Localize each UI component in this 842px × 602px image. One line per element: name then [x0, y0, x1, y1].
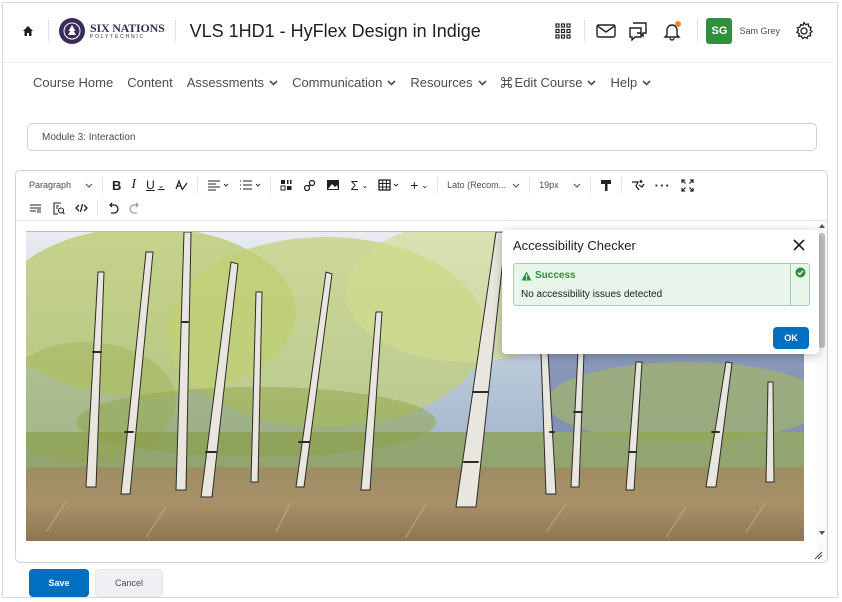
dialog-title: Accessibility Checker [513, 238, 636, 253]
chevron-down-icon [512, 183, 520, 188]
warning-triangle-icon [521, 271, 532, 280]
list-icon[interactable] [234, 175, 266, 195]
home-icon[interactable] [18, 21, 38, 41]
success-title: Success [535, 270, 576, 281]
toolbar-divider [437, 177, 439, 193]
close-icon[interactable] [789, 235, 809, 255]
font-family-select[interactable]: Lato (Recom... [442, 175, 525, 195]
block-format-select[interactable]: Paragraph [24, 175, 98, 195]
logo-mark-icon [59, 18, 85, 44]
separator [174, 20, 176, 42]
chevron-down-icon [85, 183, 93, 188]
ok-button[interactable]: OK [773, 327, 809, 349]
toolbar-divider [197, 177, 199, 193]
editor-toolbar: Paragraph B I U ⌄ Σ ⌄ + ⌄ Lato (Recom...… [16, 171, 827, 221]
success-message: Success No accessibility issues detected [513, 263, 810, 306]
org-logo[interactable]: SIX NATIONS POLYTECHNIC [59, 18, 165, 44]
success-text: No accessibility issues detected [521, 289, 663, 300]
fullscreen-icon[interactable] [676, 175, 699, 195]
chevron-down-icon [587, 79, 597, 86]
toolbar-divider [620, 177, 622, 193]
chevron-down-icon [573, 183, 581, 188]
toolbar-divider [102, 177, 104, 193]
course-nav: Course Home Content Assessments Communic… [0, 62, 834, 102]
text-format-icon[interactable] [169, 175, 193, 195]
accessibility-checker-dialog: Accessibility Checker Success No accessi… [502, 230, 819, 354]
nav-resources[interactable]: Resources [410, 75, 487, 90]
scroll-down-icon[interactable] [819, 531, 825, 535]
module-title-input[interactable]: Module 3: Interaction [27, 123, 817, 151]
avatar[interactable]: SG [706, 18, 733, 44]
underline-icon[interactable]: U ⌄ [141, 175, 169, 195]
format-painter-icon[interactable] [595, 175, 617, 195]
cancel-button[interactable]: Cancel [95, 569, 163, 597]
accessibility-checker-icon[interactable] [626, 175, 650, 195]
insert-plus-icon[interactable]: + ⌄ [405, 175, 433, 195]
table-icon[interactable] [373, 175, 405, 195]
user-name[interactable]: Sam Grey [739, 26, 780, 36]
nav-course-home[interactable]: Course Home [33, 75, 113, 90]
check-circle-icon [795, 267, 806, 278]
separator [697, 20, 699, 42]
insert-stuff-icon[interactable] [275, 175, 298, 195]
font-size-select[interactable]: 19px [534, 175, 586, 195]
undo-icon[interactable] [102, 198, 124, 218]
scroll-up-icon[interactable] [819, 224, 825, 228]
more-icon[interactable]: ··· [650, 175, 676, 195]
redo-icon[interactable] [124, 198, 146, 218]
chevron-down-icon [642, 79, 651, 86]
chevron-down-icon [269, 79, 278, 86]
message-divider [790, 264, 791, 305]
nav-edit-course[interactable]: Edit Course [500, 75, 597, 90]
nav-communication[interactable]: Communication [292, 75, 396, 90]
resize-handle-icon[interactable] [813, 550, 823, 560]
command-icon [500, 77, 512, 88]
separator [584, 20, 586, 42]
html-editor: Paragraph B I U ⌄ Σ ⌄ + ⌄ Lato (Recom...… [15, 170, 828, 563]
nav-assessments[interactable]: Assessments [187, 75, 278, 90]
scrollbar-thumb[interactable] [819, 233, 825, 348]
word-count-icon[interactable] [24, 198, 47, 218]
toolbar-divider [529, 177, 531, 193]
logo-subtitle: POLYTECHNIC [90, 34, 145, 40]
bell-icon[interactable] [655, 16, 689, 46]
top-right-tools: SG Sam Grey [548, 16, 834, 46]
toolbar-divider [97, 200, 98, 216]
align-icon[interactable] [202, 175, 234, 195]
top-bar: SIX NATIONS POLYTECHNIC VLS 1HD1 - HyFle… [18, 0, 834, 62]
gear-icon[interactable] [790, 17, 818, 45]
image-icon[interactable] [321, 175, 345, 195]
bold-icon[interactable]: B [107, 175, 126, 195]
italic-icon[interactable]: I [126, 175, 141, 195]
logo-name: SIX NATIONS [90, 21, 165, 35]
waffle-grid-icon[interactable] [548, 16, 578, 46]
separator [48, 20, 49, 42]
nav-content[interactable]: Content [127, 75, 173, 90]
link-icon[interactable] [298, 175, 321, 195]
mail-icon[interactable] [591, 16, 621, 46]
toolbar-divider [589, 177, 591, 193]
toolbar-divider [270, 177, 272, 193]
module-title-value: Module 3: Interaction [42, 131, 136, 143]
source-code-icon[interactable] [70, 198, 93, 218]
chevron-down-icon [477, 79, 487, 86]
save-button[interactable]: Save [29, 569, 89, 597]
equation-icon[interactable]: Σ ⌄ [345, 175, 373, 195]
chat-icon[interactable] [621, 16, 655, 46]
nav-help[interactable]: Help [610, 75, 651, 90]
course-title[interactable]: VLS 1HD1 - HyFlex Design in Indigen... [190, 21, 482, 42]
chevron-down-icon [387, 79, 396, 86]
preview-icon[interactable] [47, 198, 70, 218]
